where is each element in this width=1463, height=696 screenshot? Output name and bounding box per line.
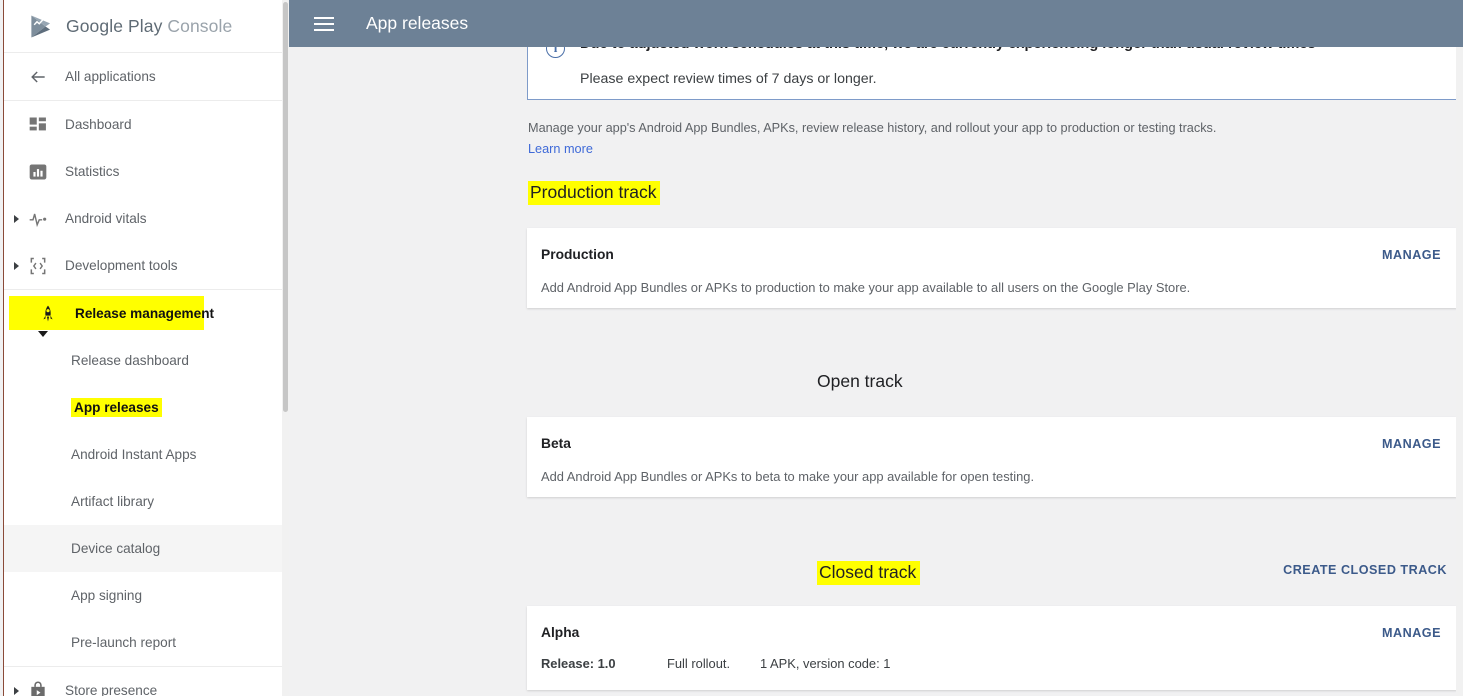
card-description: Add Android App Bundles or APKs to produ… bbox=[541, 280, 1191, 295]
sidebar-item-release-management[interactable]: Release management bbox=[4, 290, 289, 337]
track-card-production: Production MANAGE Add Android App Bundle… bbox=[527, 228, 1457, 308]
chevron-right-icon[interactable] bbox=[14, 686, 19, 695]
section-title-closed-track: Closed track bbox=[817, 561, 921, 585]
sidebar-item-label: Statistics bbox=[65, 164, 120, 179]
manage-button[interactable]: MANAGE bbox=[1382, 626, 1441, 640]
sidebar-item-label: Artifact library bbox=[71, 494, 155, 509]
sidebar-item-label: Development tools bbox=[65, 258, 178, 273]
apk-info: 1 APK, version code: 1 bbox=[760, 656, 891, 671]
sidebar-section-store: Store presence bbox=[4, 667, 289, 696]
window-edge-line bbox=[3, 0, 4, 696]
dashboard-grid-icon bbox=[29, 117, 46, 130]
sidebar-item-development-tools[interactable]: Development tools bbox=[4, 242, 289, 289]
sidebar-item-app-releases[interactable]: App releases bbox=[4, 384, 289, 431]
track-card-alpha: Alpha MANAGE Release: 1.0 Full rollout. … bbox=[527, 606, 1457, 690]
app-window: Google Play Console All applications Das… bbox=[0, 0, 1463, 696]
brand-title-bold: Google Play bbox=[66, 15, 163, 36]
sidebar-item-label: Android Instant Apps bbox=[71, 447, 197, 462]
sidebar-item-label: Release management bbox=[75, 306, 215, 321]
sidebar: Google Play Console All applications Das… bbox=[4, 0, 289, 696]
back-arrow-icon bbox=[31, 70, 45, 83]
rocket-icon bbox=[43, 305, 53, 321]
banner-subtext: Please expect review times of 7 days or … bbox=[580, 71, 877, 87]
code-brackets-icon bbox=[30, 257, 46, 274]
sidebar-item-label: Android vitals bbox=[65, 211, 147, 226]
sidebar-item-android-instant-apps[interactable]: Android Instant Apps bbox=[4, 431, 289, 478]
sidebar-item-store-presence[interactable]: Store presence bbox=[4, 667, 289, 696]
sidebar-item-android-vitals[interactable]: Android vitals bbox=[4, 195, 289, 242]
sidebar-item-label: All applications bbox=[65, 69, 156, 84]
sidebar-item-label: Pre-launch report bbox=[71, 635, 177, 650]
sidebar-item-label: Store presence bbox=[65, 683, 158, 696]
page-title: App releases bbox=[366, 13, 469, 33]
chevron-down-icon[interactable] bbox=[38, 331, 48, 337]
manage-button[interactable]: MANAGE bbox=[1382, 437, 1441, 451]
card-description: Add Android App Bundles or APKs to beta … bbox=[541, 469, 1035, 484]
sidebar-section-apps: All applications bbox=[4, 53, 289, 101]
sidebar-item-artifact-library[interactable]: Artifact library bbox=[4, 478, 289, 525]
sidebar-item-statistics[interactable]: Statistics bbox=[4, 148, 289, 195]
chevron-right-icon[interactable] bbox=[14, 214, 19, 223]
card-title: Production bbox=[541, 247, 614, 262]
sidebar-scrollbar[interactable] bbox=[282, 0, 289, 696]
section-title-open-track: Open track bbox=[817, 371, 903, 391]
sidebar-scrollbar-thumb[interactable] bbox=[283, 2, 288, 412]
card-title: Beta bbox=[541, 436, 571, 451]
track-card-beta: Beta MANAGE Add Android App Bundles or A… bbox=[527, 417, 1457, 497]
learn-more-link[interactable]: Learn more bbox=[528, 142, 593, 156]
sidebar-item-label: Dashboard bbox=[65, 117, 132, 132]
sidebar-section-release-management: Release management Release dashboard App… bbox=[4, 290, 289, 667]
card-title: Alpha bbox=[541, 625, 580, 640]
sidebar-item-dashboard[interactable]: Dashboard bbox=[4, 101, 289, 148]
page-description: Manage your app's Android App Bundles, A… bbox=[528, 121, 1217, 135]
google-play-logo bbox=[31, 14, 51, 38]
chevron-right-icon[interactable] bbox=[14, 261, 19, 270]
store-bag-icon bbox=[31, 681, 45, 696]
rollout-status: Full rollout. bbox=[667, 656, 731, 671]
manage-button[interactable]: MANAGE bbox=[1382, 248, 1441, 262]
brand-title: Google Play Console bbox=[66, 16, 232, 37]
create-closed-track-button[interactable]: CREATE CLOSED TRACK bbox=[1283, 563, 1447, 577]
sidebar-item-label: App releases bbox=[71, 398, 162, 417]
sidebar-item-device-catalog[interactable]: Device catalog bbox=[4, 525, 289, 572]
bar-chart-icon bbox=[29, 164, 47, 179]
sidebar-item-label: App signing bbox=[71, 588, 143, 603]
top-app-bar: App releases bbox=[289, 0, 1463, 47]
sidebar-item-label: Device catalog bbox=[71, 541, 161, 556]
sidebar-item-release-dashboard[interactable]: Release dashboard bbox=[4, 337, 289, 384]
sidebar-section-overview: Dashboard Statistics Android vitals Deve… bbox=[4, 101, 289, 290]
sidebar-item-label: Release dashboard bbox=[71, 353, 189, 368]
brand-title-light: Console bbox=[167, 15, 233, 36]
main-content: i Due to adjusted work schedules at this… bbox=[289, 0, 1463, 696]
release-version: Release: 1.0 bbox=[541, 656, 616, 671]
sidebar-item-app-signing[interactable]: App signing bbox=[4, 572, 289, 619]
sidebar-item-all-applications[interactable]: All applications bbox=[4, 53, 289, 100]
section-title-production-track: Production track bbox=[528, 181, 661, 205]
brand-header[interactable]: Google Play Console bbox=[4, 0, 289, 53]
hamburger-menu-icon[interactable] bbox=[314, 16, 334, 31]
main-scrollbar[interactable] bbox=[1456, 47, 1463, 696]
heartbeat-icon bbox=[29, 213, 47, 227]
sidebar-item-pre-launch-report[interactable]: Pre-launch report bbox=[4, 619, 289, 666]
